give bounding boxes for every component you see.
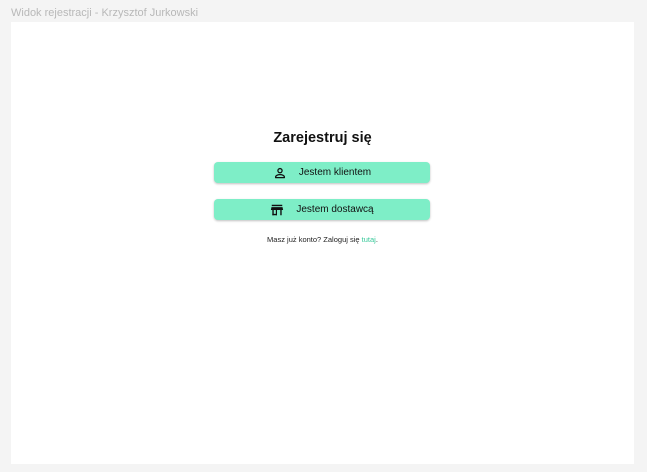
- registration-frame: Zarejestruj się Jestem klientem Jestem d…: [11, 22, 634, 464]
- frame-title: Widok rejestracji - Krzysztof Jurkowski: [11, 7, 199, 19]
- supplier-button[interactable]: Jestem dostawcą: [214, 199, 430, 220]
- person-icon: [273, 166, 287, 180]
- client-button-label: Jestem klientem: [298, 167, 372, 178]
- store-icon: [270, 203, 284, 217]
- page-title: Zarejestruj się: [273, 130, 372, 146]
- login-link[interactable]: tutaj: [362, 235, 376, 244]
- client-button[interactable]: Jestem klientem: [214, 162, 430, 183]
- supplier-button-label: Jestem dostawcą: [296, 204, 374, 215]
- login-prompt-suffix: .: [375, 235, 378, 244]
- login-prompt-text: Masz już konto? Zaloguj się: [267, 235, 362, 244]
- login-prompt: Masz już konto? Zaloguj się tutaj.: [11, 235, 634, 244]
